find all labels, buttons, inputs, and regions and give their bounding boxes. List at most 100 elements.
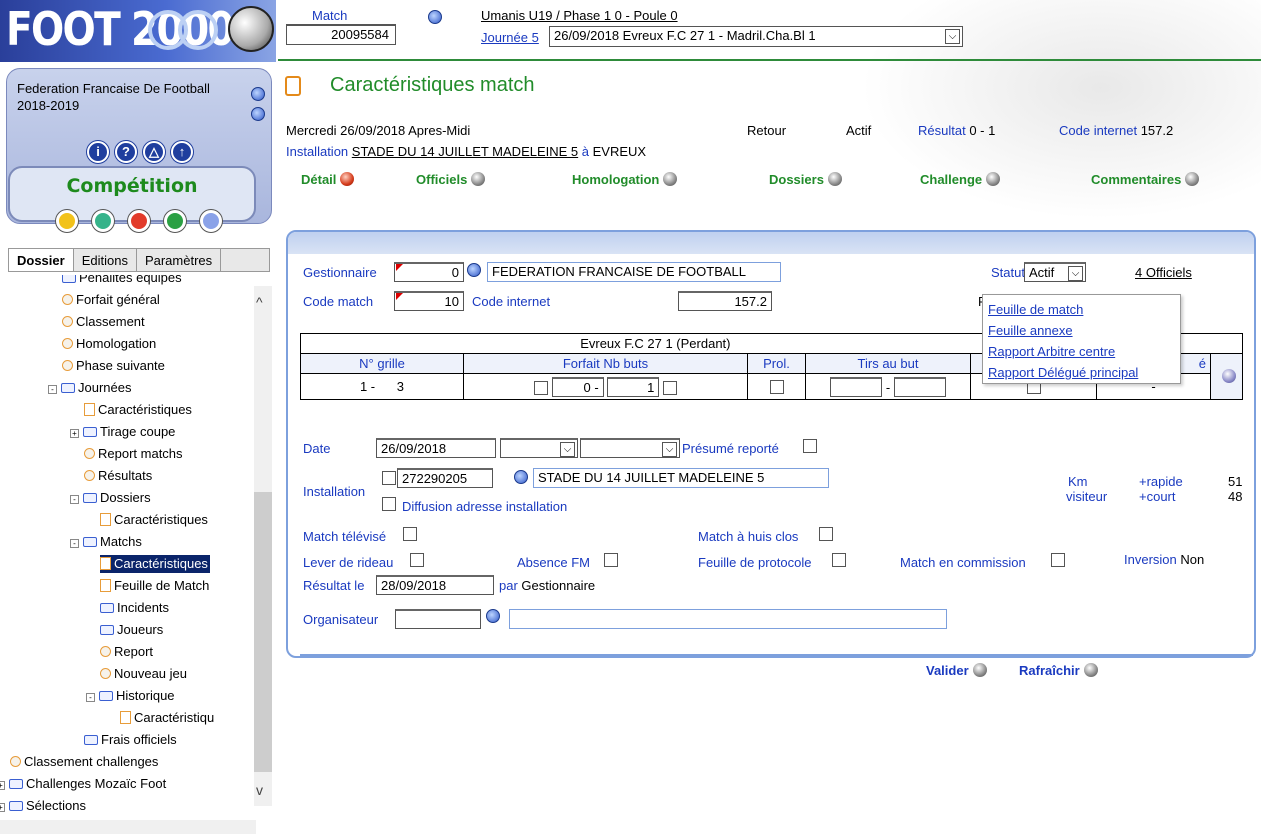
journee-link[interactable]: Journée 5 (481, 30, 539, 45)
menu-item-rapport-delegue[interactable]: Rapport Délégué principal (988, 362, 1175, 383)
tab-homologation[interactable]: Homologation (572, 172, 678, 187)
tab-dossiers[interactable]: Dossiers (769, 172, 842, 187)
forfait-home-checkbox[interactable] (534, 380, 549, 395)
tree-item[interactable]: Caractéristiques (100, 555, 210, 573)
tab-commentaires[interactable]: Commentaires (1091, 172, 1200, 187)
code-internet-input[interactable]: 157.2 (678, 291, 772, 311)
tree-horizontal-scrollbar[interactable] (0, 820, 256, 834)
chevron-down-icon[interactable]: ⌵ (1068, 266, 1083, 281)
tab-away-input[interactable] (893, 376, 946, 397)
collapse-icon[interactable]: - (70, 495, 79, 504)
organisateur-search-icon[interactable] (486, 609, 500, 623)
tree-item[interactable]: Caractéristiqu (120, 709, 214, 727)
installation-code-input[interactable]: 272290205 (397, 468, 493, 488)
match-televise-checkbox[interactable] (403, 527, 417, 541)
tree-item[interactable]: Phase suivante (62, 357, 165, 375)
scroll-down-icon[interactable]: v (256, 782, 263, 798)
chevron-down-icon[interactable]: ⌵ (560, 442, 575, 457)
statut-select[interactable]: Actif ⌵ (1024, 262, 1086, 282)
chevron-down-icon[interactable]: ⌵ (662, 442, 677, 457)
tree-item[interactable]: - Dossiers (70, 489, 151, 507)
date-input[interactable]: 26/09/2018 (376, 438, 496, 458)
tree-item[interactable]: Homologation (62, 335, 156, 353)
forfait-away-checkbox[interactable] (662, 380, 677, 395)
installation-name-input[interactable]: STADE DU 14 JUILLET MADELEINE 5 (533, 468, 829, 488)
season-search-icon[interactable] (251, 107, 265, 121)
gestionnaire-name-input[interactable]: FEDERATION FRANCAISE DE FOOTBALL (487, 262, 781, 282)
tree-item[interactable]: - Matchs (70, 533, 142, 551)
tree-item[interactable]: Nouveau jeu (100, 665, 187, 683)
chevron-down-icon[interactable]: ⌵ (945, 29, 960, 44)
color-dot-yellow[interactable] (56, 210, 78, 232)
tree-scrollbar[interactable]: ^ v (254, 286, 272, 806)
feuille-protocole-checkbox[interactable] (832, 553, 846, 567)
code-match-input[interactable]: 10 (394, 291, 464, 311)
huis-clos-checkbox[interactable] (819, 527, 833, 541)
tree-item[interactable]: Feuille de Match (100, 577, 209, 595)
competition-link[interactable]: Umanis U19 / Phase 1 0 - Poule 0 (481, 8, 678, 23)
organisateur-code-input[interactable] (395, 609, 481, 629)
tab-dossier[interactable]: Dossier (9, 249, 74, 271)
tree-item[interactable]: + Sélections (0, 797, 86, 815)
expand-icon[interactable]: + (70, 429, 79, 438)
upload-icon[interactable]: ↑ (171, 141, 193, 163)
color-dot-green[interactable] (164, 210, 186, 232)
tree-item[interactable]: Report (100, 643, 153, 661)
color-dot-red[interactable] (128, 210, 150, 232)
time2-select[interactable]: ⌵ (580, 438, 680, 458)
score-away-input[interactable]: 1 (607, 376, 660, 397)
resultat-le-input[interactable]: 28/09/2018 (376, 575, 494, 595)
installation-checkbox[interactable] (382, 471, 396, 485)
match-commission-checkbox[interactable] (1051, 553, 1065, 567)
tree-item[interactable]: Report matchs (84, 445, 183, 463)
tree-item[interactable]: Forfait général (62, 291, 160, 309)
journee-match-select[interactable]: 26/09/2018 Evreux F.C 27 1 - Madril.Cha.… (549, 26, 963, 47)
time-select[interactable]: ⌵ (500, 438, 578, 458)
tab-detail[interactable]: Détail (301, 172, 355, 187)
tab-home-input[interactable] (830, 376, 883, 397)
warning-icon[interactable]: △ (143, 141, 165, 163)
tab-parametres[interactable]: Paramètres (137, 249, 222, 271)
tree-item[interactable]: Incidents (100, 599, 169, 617)
menu-item-rapport-arbitre[interactable]: Rapport Arbitre centre (988, 341, 1175, 362)
installation-link[interactable]: STADE DU 14 JUILLET MADELEINE 5 (352, 144, 578, 159)
federation-search-icon[interactable] (251, 87, 265, 101)
color-dot-blue[interactable] (200, 210, 222, 232)
tree-item[interactable]: - Journées (48, 379, 131, 397)
installation-search-icon[interactable] (514, 470, 528, 484)
collapse-icon[interactable]: - (48, 385, 57, 394)
tree-item[interactable]: Classement challenges (10, 753, 158, 771)
expand-icon[interactable]: + (0, 781, 5, 790)
tree-item[interactable]: Classement (62, 313, 145, 331)
federation-name[interactable]: Federation Francaise De Football (17, 81, 257, 96)
tab-officiels[interactable]: Officiels (416, 172, 486, 187)
prolongation-checkbox[interactable] (769, 380, 784, 394)
menu-item-feuille-match[interactable]: Feuille de match (988, 299, 1175, 320)
season-label[interactable]: 2018-2019 (17, 98, 79, 113)
expand-icon[interactable]: + (0, 803, 5, 812)
scroll-thumb[interactable] (254, 492, 272, 772)
absence-fm-checkbox[interactable] (604, 553, 618, 567)
rafraichir-button[interactable]: Rafraîchir (1019, 663, 1098, 678)
tree-item[interactable]: Résultats (84, 467, 152, 485)
valider-button[interactable]: Valider (926, 663, 987, 678)
color-dot-teal[interactable] (92, 210, 114, 232)
diffusion-checkbox[interactable] (382, 497, 396, 511)
tab-editions[interactable]: Editions (74, 249, 137, 271)
match-search-icon[interactable] (428, 10, 442, 24)
gestionnaire-code-input[interactable]: 0 (394, 262, 464, 282)
info-icon[interactable]: i (87, 141, 109, 163)
match-number-input[interactable]: 20095584 (286, 24, 396, 45)
tree-item[interactable]: - Historique (86, 687, 175, 705)
tree-item[interactable]: Pénalités équipes (62, 275, 182, 287)
scroll-up-icon[interactable]: ^ (256, 294, 263, 310)
tree-item[interactable]: Caractéristiques (100, 511, 208, 529)
delete-icon[interactable] (1221, 369, 1236, 383)
lever-rideau-checkbox[interactable] (410, 553, 424, 567)
tree-item[interactable]: Joueurs (100, 621, 163, 639)
menu-item-feuille-annexe[interactable]: Feuille annexe (988, 320, 1175, 341)
organisateur-name-input[interactable] (509, 609, 947, 629)
gestionnaire-search-icon[interactable] (467, 263, 481, 277)
presume-reporte-checkbox[interactable] (803, 439, 817, 453)
tree-item[interactable]: + Challenges Mozaïc Foot (0, 775, 166, 793)
